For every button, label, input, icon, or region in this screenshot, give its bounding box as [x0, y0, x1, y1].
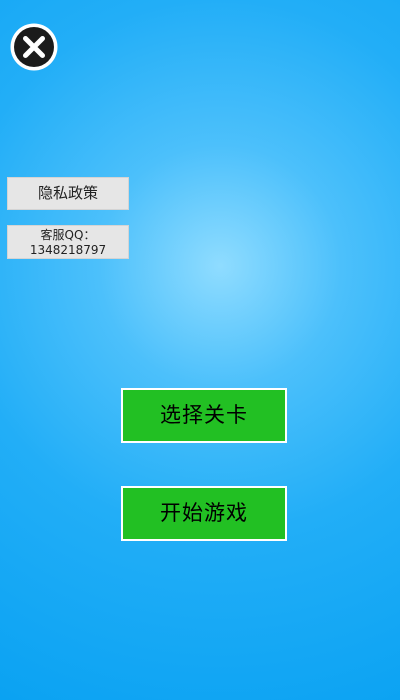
customer-service-label: 客服QQ： [40, 228, 96, 242]
customer-service-info: 客服QQ： 1348218797 [7, 225, 129, 259]
close-icon [10, 23, 58, 71]
privacy-policy-button[interactable]: 隐私政策 [7, 177, 129, 210]
close-button[interactable] [9, 22, 59, 72]
start-game-button[interactable]: 开始游戏 [121, 486, 287, 541]
customer-service-qq: 1348218797 [29, 243, 107, 257]
select-level-button[interactable]: 选择关卡 [121, 388, 287, 443]
